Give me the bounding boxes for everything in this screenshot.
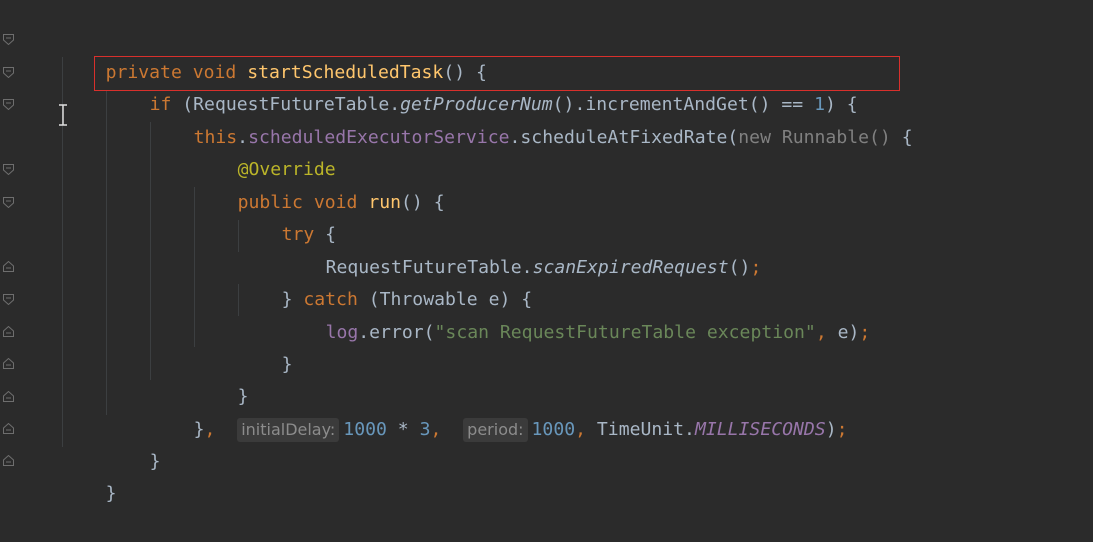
code-line[interactable]: } <box>238 317 293 375</box>
code-text: } <box>105 483 117 504</box>
parameter-hint: initialDelay: <box>237 418 340 442</box>
fold-open-icon[interactable] <box>3 164 14 175</box>
anonymous-class: new Runnable() <box>738 127 891 148</box>
number-literal: 1000 <box>343 419 387 440</box>
fold-open-icon[interactable] <box>3 67 14 78</box>
comma: , <box>430 419 442 440</box>
code-line[interactable]: public void run() { <box>194 155 445 213</box>
semicolon: ; <box>836 419 848 440</box>
editor-gutter <box>0 0 22 489</box>
code-line[interactable]: } catch (Throwable e) { <box>238 252 533 310</box>
code-text: } <box>149 451 161 472</box>
fold-close-icon[interactable] <box>3 261 14 272</box>
string-literal: "scan RequestFutureTable exception" <box>434 322 816 343</box>
code-text: .scheduleAtFixedRate( <box>509 127 739 148</box>
code-text: } <box>193 419 205 440</box>
code-line[interactable]: try { <box>238 187 336 245</box>
comma: , <box>815 322 827 343</box>
fold-close-icon[interactable] <box>3 358 14 369</box>
code-line[interactable]: @Override <box>194 122 336 180</box>
code-line[interactable]: private void startScheduledTask() { <box>62 25 487 83</box>
class-name: TimeUnit. <box>586 419 695 440</box>
fold-close-icon[interactable] <box>3 326 14 337</box>
fold-close-icon[interactable] <box>3 423 14 434</box>
code-line[interactable]: RequestFutureTable.scanExpiredRequest(); <box>282 220 762 278</box>
code-line[interactable]: } <box>62 446 117 504</box>
code-line[interactable]: }, initialDelay: 1000 * 3, period: 1000, T… <box>150 382 848 442</box>
semicolon: ; <box>859 322 871 343</box>
text-cursor-icon <box>57 104 69 126</box>
highlight-box <box>94 56 900 91</box>
fold-open-icon[interactable] <box>3 99 14 110</box>
code-text: { <box>890 127 913 148</box>
enum-constant: MILLISECONDS <box>694 419 826 440</box>
code-text: * <box>386 419 420 440</box>
code-text: .error( <box>358 322 435 343</box>
static-method: scanExpiredRequest <box>532 257 729 278</box>
code-text: () <box>728 257 751 278</box>
field-name: log <box>325 322 359 343</box>
code-editor[interactable]: private void startScheduledTask() { if (… <box>0 0 1093 504</box>
fold-open-icon[interactable] <box>3 197 14 208</box>
fold-open-icon[interactable] <box>3 34 14 45</box>
comma: , <box>204 419 216 440</box>
fold-open-icon[interactable] <box>3 294 14 305</box>
number-literal: 3 <box>419 419 431 440</box>
semicolon: ; <box>750 257 762 278</box>
number-literal: 1000 <box>531 419 576 440</box>
fold-close-icon[interactable] <box>3 391 14 402</box>
code-line[interactable]: } <box>106 414 161 472</box>
comma: , <box>575 419 587 440</box>
code-text: ) <box>825 419 837 440</box>
fold-close-icon[interactable] <box>3 455 14 466</box>
method-name: run <box>368 192 402 213</box>
code-text: () { <box>401 192 445 213</box>
code-line[interactable]: } <box>194 349 249 407</box>
parameter-hint: period: <box>463 418 528 442</box>
code-text: e) <box>826 322 860 343</box>
code-text: } <box>281 354 293 375</box>
code-line[interactable]: this.scheduledExecutorService.scheduleAt… <box>150 90 913 148</box>
code-line[interactable]: log.error("scan RequestFutureTable excep… <box>282 285 871 343</box>
